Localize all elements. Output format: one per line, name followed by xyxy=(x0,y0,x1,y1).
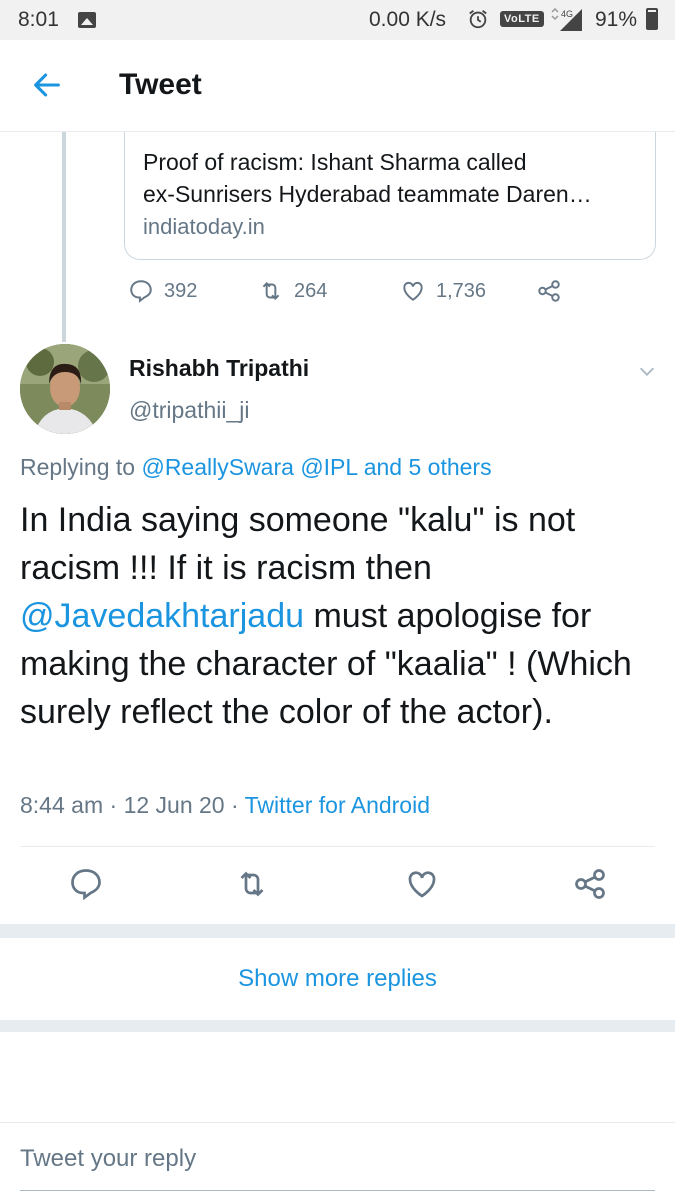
reply-icon xyxy=(130,280,152,303)
page-title: Tweet xyxy=(119,68,202,101)
tweet-time: 8:44 am xyxy=(20,792,104,818)
tweet-date: 12 Jun 20 xyxy=(123,792,225,818)
prev-share-button[interactable] xyxy=(536,278,572,304)
prev-reply-button[interactable]: 392 xyxy=(128,278,197,304)
like-button-icon[interactable] xyxy=(404,866,440,902)
reply-input[interactable] xyxy=(20,1145,655,1173)
battery-level: 91% xyxy=(595,8,638,31)
status-time: 8:01 xyxy=(18,8,59,31)
retweet-icon xyxy=(262,282,280,300)
image-notification-icon xyxy=(78,12,96,28)
show-more-replies-button[interactable]: Show more replies xyxy=(0,938,675,1020)
network-speed: 0.00 K/s xyxy=(369,8,447,31)
reply-bar xyxy=(0,1122,675,1200)
signal-icon: 4G xyxy=(551,8,582,31)
status-bar: 8:01 0.00 K/s VoLTE 4G 91% xyxy=(0,0,675,40)
battery-icon xyxy=(646,8,658,30)
link-card-title-line2: ex-Sunrisers Hyderabad teammate Daren… xyxy=(143,181,592,207)
prev-retweet-button[interactable]: 264 xyxy=(258,278,327,304)
link-card-domain: indiatoday.in xyxy=(143,214,265,239)
section-separator xyxy=(0,1020,675,1032)
chevron-down-icon[interactable] xyxy=(636,360,658,382)
link-preview-card[interactable]: Proof of racism: Ishant Sharma called ex… xyxy=(124,132,656,260)
like-count: 1,736 xyxy=(436,279,487,302)
tweet-text-part1: In India saying someone "kalu" is not ra… xyxy=(20,501,576,587)
tweet-actions xyxy=(0,866,675,906)
replying-to: Replying to @ReallySwara @IPL and 5 othe… xyxy=(20,454,492,481)
app-header: Tweet xyxy=(0,40,675,132)
author-handle[interactable]: @tripathii_ji xyxy=(129,397,250,424)
tweet-meta: 8:44 am · 12 Jun 20 · Twitter for Androi… xyxy=(20,792,430,819)
alarm-icon xyxy=(469,10,487,29)
meta-separator: · xyxy=(230,792,239,818)
avatar[interactable] xyxy=(20,344,110,434)
mention-link[interactable]: @Javedakhtarjadu xyxy=(20,597,304,635)
share-button-icon[interactable] xyxy=(572,866,608,902)
thread-connector-line xyxy=(62,132,66,342)
reply-count: 392 xyxy=(164,279,198,302)
replying-prefix: Replying to xyxy=(20,454,136,480)
divider xyxy=(20,846,655,847)
tweet-text: In India saying someone "kalu" is not ra… xyxy=(20,496,660,736)
meta-separator: · xyxy=(109,792,118,818)
replying-to-users-link[interactable]: @ReallySwara @IPL and 5 others xyxy=(141,454,491,480)
author-name[interactable]: Rishabh Tripathi xyxy=(129,355,309,382)
share-icon xyxy=(538,280,560,302)
volte-badge: VoLTE xyxy=(500,11,544,27)
heart-icon xyxy=(403,281,423,301)
reply-input-underline xyxy=(20,1190,655,1191)
back-arrow-icon[interactable] xyxy=(30,68,64,102)
link-card-title-line1: Proof of racism: Ishant Sharma called xyxy=(143,149,527,175)
network-type: 4G xyxy=(561,9,573,19)
link-card-title: Proof of racism: Ishant Sharma called ex… xyxy=(143,146,637,210)
previous-tweet-actions: 392 264 1,736 xyxy=(128,278,578,310)
retweet-count: 264 xyxy=(294,279,328,302)
tweet-client-link[interactable]: Twitter for Android xyxy=(245,792,430,818)
avatar-photo xyxy=(20,344,110,434)
section-separator xyxy=(0,924,675,938)
prev-like-button[interactable]: 1,736 xyxy=(400,278,486,304)
retweet-button-icon[interactable] xyxy=(234,866,270,902)
reply-button-icon[interactable] xyxy=(68,866,104,902)
